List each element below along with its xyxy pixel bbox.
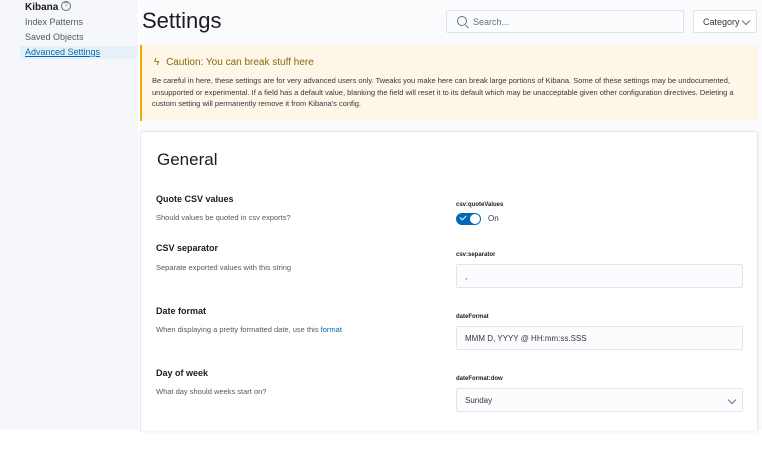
callout-title-text: Caution: You can break stuff here: [166, 57, 314, 68]
setting-desc-date-format: When displaying a pretty formatted date,…: [156, 325, 342, 334]
setting-desc-quote-csv: Should values be quoted in csv exports?: [156, 213, 291, 222]
setting-key-csv-separator: csv:separator: [456, 252, 496, 258]
setting-key-quote-csv: csv:quoteValues: [456, 202, 504, 208]
setting-title-day-of-week: Day of week: [156, 368, 209, 378]
quote-values-toggle[interactable]: [456, 213, 481, 225]
setting-title-date-format: Date format: [156, 306, 207, 316]
toggle-state-label: On: [488, 214, 499, 223]
chevron-down-icon: [741, 16, 751, 26]
sidebar-title: Kibana: [25, 2, 59, 13]
section-title: General: [157, 150, 218, 169]
csv-separator-input[interactable]: [456, 264, 743, 288]
help-circle-icon[interactable]: ?: [61, 1, 71, 11]
setting-title-csv-separator: CSV separator: [156, 243, 219, 253]
sidebar-item-advanced-settings[interactable]: Advanced Settings: [20, 46, 137, 59]
callout-text: Be careful in here, these settings are f…: [152, 76, 734, 108]
bolt-icon: ϟ: [154, 57, 160, 68]
search-input[interactable]: [473, 15, 673, 29]
category-filter-button[interactable]: Category: [693, 10, 757, 33]
setting-desc-csv-separator: Separate exported values with this strin…: [156, 263, 292, 272]
check-icon: [459, 213, 467, 221]
search-icon: [457, 16, 467, 26]
toggle-knob: [470, 214, 480, 224]
sidebar-item-saved-objects[interactable]: Saved Objects: [25, 32, 84, 42]
setting-title-quote-csv: Quote CSV values: [156, 194, 234, 204]
chevron-down-icon: [727, 395, 737, 405]
setting-desc-date-format-text: When displaying a pretty formatted date,…: [156, 325, 321, 334]
callout-title: ϟ Caution: You can break stuff here: [154, 57, 314, 68]
page-title: Settings: [142, 8, 222, 33]
caution-callout: ϟ Caution: You can break stuff here Be c…: [140, 45, 758, 121]
setting-key-day-of-week: dateFormat:dow: [456, 376, 503, 382]
sidebar: Kibana ? Index Patterns Saved Objects Ad…: [0, 0, 138, 430]
setting-key-date-format: dateFormat: [456, 314, 489, 320]
setting-desc-day-of-week: What day should weeks start on?: [156, 387, 267, 396]
format-link[interactable]: format: [321, 325, 342, 334]
day-of-week-select[interactable]: Sunday: [456, 388, 743, 412]
day-of-week-value: Sunday: [465, 396, 493, 405]
sidebar-item-index-patterns[interactable]: Index Patterns: [25, 17, 83, 27]
search-box[interactable]: [446, 10, 684, 33]
category-label: Category: [703, 17, 740, 27]
date-format-input[interactable]: [456, 326, 743, 350]
